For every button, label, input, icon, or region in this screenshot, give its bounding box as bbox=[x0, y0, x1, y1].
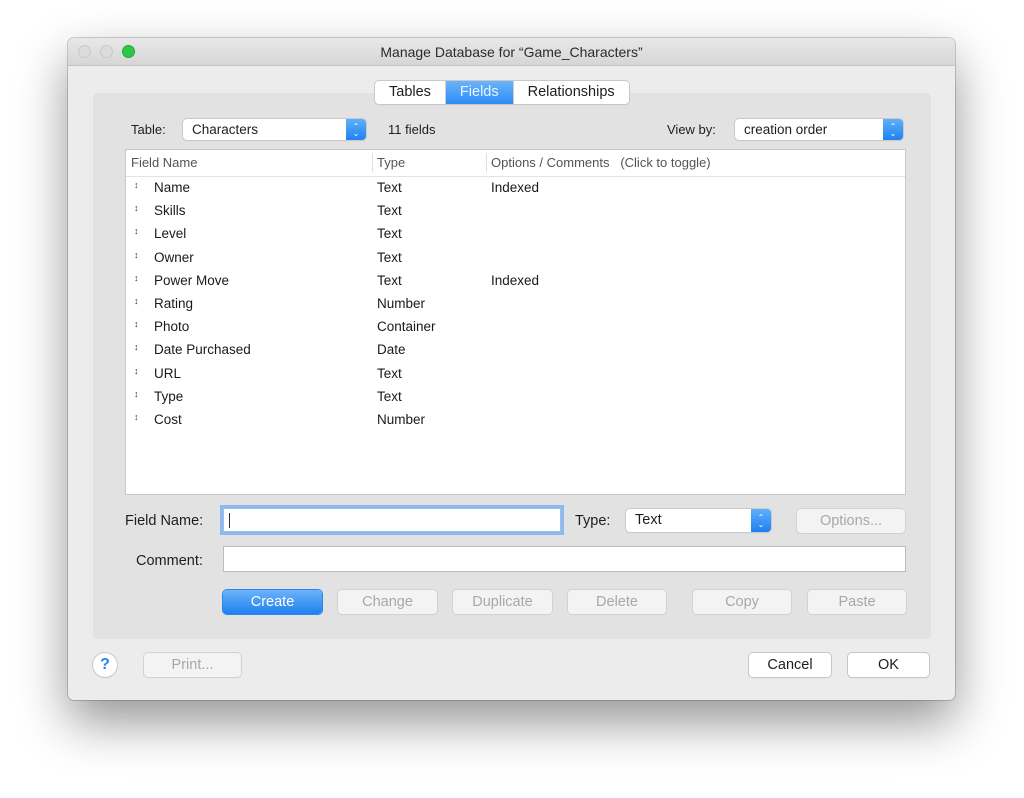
field-type-cell: Text bbox=[377, 366, 402, 381]
drag-handle-icon[interactable]: ↕ bbox=[134, 342, 139, 352]
fields-panel: Table: Characters ⌃⌄ 11 fields View by: … bbox=[93, 93, 931, 639]
cancel-button[interactable]: Cancel bbox=[749, 653, 831, 677]
tab-tables[interactable]: Tables bbox=[375, 81, 446, 104]
table-row[interactable]: ↕ Rating Number bbox=[126, 293, 905, 316]
field-type-cell: Text bbox=[377, 250, 402, 265]
tab-relationships[interactable]: Relationships bbox=[514, 81, 629, 104]
field-name-cell: Photo bbox=[154, 319, 189, 334]
copy-button[interactable]: Copy bbox=[693, 590, 791, 614]
table-row[interactable]: ↕ URL Text bbox=[126, 363, 905, 386]
print-button[interactable]: Print... bbox=[144, 653, 241, 677]
comment-input[interactable] bbox=[223, 546, 906, 572]
field-name-cell: Name bbox=[154, 180, 190, 195]
delete-button[interactable]: Delete bbox=[568, 590, 666, 614]
field-type-cell: Number bbox=[377, 296, 425, 311]
field-name-cell: Power Move bbox=[154, 273, 229, 288]
drag-handle-icon[interactable]: ↕ bbox=[134, 226, 139, 236]
drag-handle-icon[interactable]: ↕ bbox=[134, 203, 139, 213]
field-type-cell: Text bbox=[377, 273, 402, 288]
table-select[interactable]: Characters ⌃⌄ bbox=[183, 119, 366, 140]
field-name-cell: Rating bbox=[154, 296, 193, 311]
field-type-cell: Text bbox=[377, 389, 402, 404]
drag-handle-icon[interactable]: ↕ bbox=[134, 250, 139, 260]
field-name-cell: Owner bbox=[154, 250, 194, 265]
field-name-cell: Cost bbox=[154, 412, 182, 427]
chevron-up-down-icon: ⌃⌄ bbox=[751, 509, 771, 532]
create-button[interactable]: Create bbox=[223, 590, 322, 614]
tab-fields[interactable]: Fields bbox=[446, 81, 514, 104]
options-button[interactable]: Options... bbox=[797, 509, 905, 533]
duplicate-button[interactable]: Duplicate bbox=[453, 590, 552, 614]
table-select-value: Characters bbox=[192, 122, 258, 137]
column-divider[interactable] bbox=[486, 153, 487, 172]
field-options-cell[interactable]: Indexed bbox=[491, 273, 539, 288]
field-type-cell: Date bbox=[377, 342, 406, 357]
drag-handle-icon[interactable]: ↕ bbox=[134, 389, 139, 399]
comment-label: Comment: bbox=[136, 553, 203, 569]
field-type-cell: Number bbox=[377, 412, 425, 427]
table-row[interactable]: ↕ Date Purchased Date bbox=[126, 339, 905, 362]
field-name-cell: Date Purchased bbox=[154, 342, 251, 357]
drag-handle-icon[interactable]: ↕ bbox=[134, 366, 139, 376]
field-type-cell: Container bbox=[377, 319, 436, 334]
table-row[interactable]: ↕ Photo Container bbox=[126, 316, 905, 339]
column-divider[interactable] bbox=[372, 153, 373, 172]
drag-handle-icon[interactable]: ↕ bbox=[134, 319, 139, 329]
change-button[interactable]: Change bbox=[338, 590, 437, 614]
paste-button[interactable]: Paste bbox=[808, 590, 906, 614]
table-row[interactable]: ↕ Owner Text bbox=[126, 247, 905, 270]
window-title: Manage Database for “Game_Characters” bbox=[68, 44, 955, 60]
drag-handle-icon[interactable]: ↕ bbox=[134, 412, 139, 422]
field-name-cell: Level bbox=[154, 226, 186, 241]
ok-button[interactable]: OK bbox=[848, 653, 929, 677]
list-header: Field Name Type Options / Comments (Clic… bbox=[126, 150, 905, 177]
question-mark-icon: ? bbox=[100, 656, 110, 673]
column-header-field-name[interactable]: Field Name bbox=[131, 155, 197, 170]
field-type-cell: Text bbox=[377, 203, 402, 218]
field-type-cell: Text bbox=[377, 180, 402, 195]
fields-list[interactable]: Field Name Type Options / Comments (Clic… bbox=[125, 149, 906, 495]
list-rows: ↕ Name Text Indexed ↕ Skills Text ↕ Level Text ↕ Ow… bbox=[126, 177, 905, 432]
field-name-label: Field Name: bbox=[125, 513, 203, 529]
field-options-cell[interactable]: Indexed bbox=[491, 180, 539, 195]
field-type-cell: Text bbox=[377, 226, 402, 241]
table-row[interactable]: ↕ Cost Number bbox=[126, 409, 905, 432]
field-name-input[interactable] bbox=[223, 508, 561, 532]
type-select[interactable]: Text ⌃⌄ bbox=[626, 509, 771, 532]
type-label: Type: bbox=[575, 513, 610, 529]
field-name-cell: URL bbox=[154, 366, 181, 381]
drag-handle-icon[interactable]: ↕ bbox=[134, 180, 139, 190]
tab-bar: Tables Fields Relationships bbox=[375, 81, 629, 104]
view-by-label: View by: bbox=[667, 122, 716, 137]
text-caret bbox=[229, 513, 230, 528]
table-label: Table: bbox=[131, 122, 166, 137]
type-select-value: Text bbox=[635, 512, 662, 528]
help-button[interactable]: ? bbox=[93, 653, 117, 677]
chevron-up-down-icon: ⌃⌄ bbox=[346, 119, 366, 140]
column-header-options[interactable]: Options / Comments (Click to toggle) bbox=[491, 155, 711, 170]
drag-handle-icon[interactable]: ↕ bbox=[134, 296, 139, 306]
manage-database-dialog: Manage Database for “Game_Characters” Ta… bbox=[68, 38, 955, 700]
view-by-select[interactable]: creation order ⌃⌄ bbox=[735, 119, 903, 140]
table-row[interactable]: ↕ Type Text bbox=[126, 386, 905, 409]
title-bar: Manage Database for “Game_Characters” bbox=[68, 38, 955, 66]
drag-handle-icon[interactable]: ↕ bbox=[134, 273, 139, 283]
table-row[interactable]: ↕ Skills Text bbox=[126, 200, 905, 223]
column-header-type[interactable]: Type bbox=[377, 155, 405, 170]
table-row[interactable]: ↕ Name Text Indexed bbox=[126, 177, 905, 200]
table-row[interactable]: ↕ Power Move Text Indexed bbox=[126, 270, 905, 293]
chevron-up-down-icon: ⌃⌄ bbox=[883, 119, 903, 140]
view-by-select-value: creation order bbox=[744, 122, 827, 137]
field-name-cell: Skills bbox=[154, 203, 186, 218]
field-count: 11 fields bbox=[388, 122, 435, 137]
field-name-cell: Type bbox=[154, 389, 183, 404]
table-row[interactable]: ↕ Level Text bbox=[126, 223, 905, 246]
